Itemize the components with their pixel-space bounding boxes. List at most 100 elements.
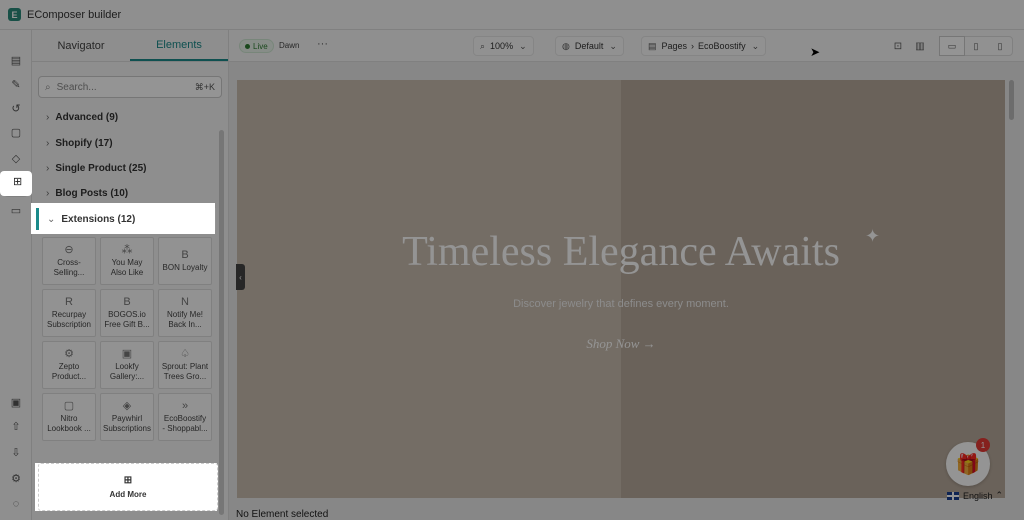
hero-image-right: [621, 80, 1005, 498]
lock-icon[interactable]: ⊡: [887, 36, 909, 56]
tile-label: BON Loyalty: [162, 262, 208, 272]
preset-select[interactable]: ◍ Default ⌄: [555, 36, 624, 56]
page-select[interactable]: ▤ Pages › EcoBoostify ⌄: [641, 36, 767, 56]
category-blog-posts[interactable]: › Blog Posts (10): [38, 182, 222, 204]
download-icon[interactable]: ⇩: [4, 440, 28, 464]
mouse-cursor-icon: ➤: [810, 45, 821, 59]
columns-icon[interactable]: ▥: [909, 36, 931, 56]
chat-icon[interactable]: ◌: [4, 492, 28, 516]
tile-label: Lookfy Gallery:...: [109, 361, 145, 381]
recommend-icon: ⁂: [121, 243, 133, 256]
category-single-product[interactable]: › Single Product (25): [38, 157, 222, 179]
history-icon[interactable]: ↺: [4, 96, 28, 120]
chevron-right-icon: ›: [46, 162, 50, 174]
extension-tile[interactable]: ▣ Lookfy Gallery:...: [100, 341, 154, 389]
extension-tile[interactable]: B BOGOS.io Free Gift B...: [100, 289, 154, 337]
tile-label: EcoBoostify - Shoppabl...: [162, 413, 208, 433]
category-label: Blog Posts (10): [55, 187, 129, 199]
extension-tile[interactable]: ▢ Nitro Lookbook ...: [42, 393, 96, 441]
tile-label: Notify Me! Back In...: [166, 309, 203, 329]
notification-badge: 1: [976, 438, 990, 452]
globe-icon: ◍: [562, 40, 570, 51]
preset-value: Default: [574, 41, 604, 51]
extension-tile[interactable]: ⁂ You May Also Like: [100, 237, 154, 285]
pages-label: Pages: [661, 41, 688, 51]
tile-label: Nitro Lookbook ...: [47, 413, 91, 433]
bon-icon: B: [181, 248, 189, 261]
box-icon[interactable]: ◇: [4, 146, 28, 170]
clipboard-icon[interactable]: ▢: [4, 120, 28, 144]
extension-tile[interactable]: B BON Loyalty: [158, 237, 212, 285]
extensions-grid: ⊖ Cross- Selling... ⁂ You May Also Like BB…: [42, 237, 218, 441]
category-extensions-highlighted[interactable]: ⌄ Extensions (12): [36, 208, 212, 230]
category-shopify[interactable]: › Shopify (17): [38, 132, 222, 154]
tile-label: You May Also Like: [110, 257, 144, 277]
search-icon: ⌕: [480, 40, 486, 51]
hero-section[interactable]: Timeless Elegance Awaits ✦ Discover jewe…: [237, 80, 1005, 498]
uk-flag-icon: [947, 491, 959, 500]
elements-icon[interactable]: ⊞: [13, 175, 22, 188]
brush-icon[interactable]: ✎: [4, 72, 28, 96]
category-advanced[interactable]: › Advanced (9): [38, 106, 222, 128]
chevron-down-icon: ⌄: [519, 40, 527, 51]
folder-icon[interactable]: ▣: [4, 390, 28, 414]
settings-icon[interactable]: ⚙: [4, 466, 28, 490]
cross-sell-icon: ⊖: [64, 243, 74, 256]
canvas-scrollbar[interactable]: [1009, 80, 1014, 120]
extension-tile[interactable]: ⚙ Zepto Product...: [42, 341, 96, 389]
hero-image-left: [237, 80, 621, 498]
tile-label: Sprout: Plant Trees Gro...: [161, 361, 209, 381]
chevron-down-icon: ⌄: [751, 40, 760, 51]
upload-icon[interactable]: ⇧: [4, 414, 28, 438]
gallery-icon: ▣: [121, 347, 133, 360]
breadcrumb-separator-icon: ›: [691, 41, 695, 51]
extension-tile[interactable]: ⊖ Cross- Selling...: [42, 237, 96, 285]
add-more-label: Add More: [109, 490, 147, 499]
chevron-right-icon: ›: [46, 187, 50, 199]
notify-icon: N: [181, 295, 189, 308]
zoom-value: 100%: [490, 41, 514, 51]
extension-tile[interactable]: N Notify Me! Back In...: [158, 289, 212, 337]
language-selector[interactable]: English ⌃: [947, 490, 1003, 501]
collapse-panel-handle[interactable]: ‹: [236, 264, 245, 290]
page-icon[interactable]: ▭: [4, 198, 28, 222]
search-input[interactable]: ⌕ Search... ⌘+K: [38, 76, 222, 98]
app-window: E EComposer builder ▤ ✎ ↺ ▢ ◇ ⊞ ▭ ▣ ⇧ ⇩ …: [0, 0, 1024, 520]
extension-tile[interactable]: ◈ Paywhirl Subscriptions: [100, 393, 154, 441]
app-logo: E: [8, 8, 21, 21]
theme-name: Dawn: [279, 41, 300, 50]
title-bar: E EComposer builder: [0, 0, 1024, 30]
more-icon[interactable]: ···: [317, 38, 328, 50]
mobile-icon[interactable]: ▯: [988, 37, 1012, 55]
chevron-down-icon: ⌄: [609, 40, 617, 51]
category-label: Single Product (25): [55, 162, 147, 174]
bogos-icon: B: [123, 295, 131, 308]
add-more-button[interactable]: ⊞ Add More: [38, 463, 218, 511]
app-title: EComposer builder: [27, 8, 122, 21]
chevron-right-icon: ›: [46, 137, 50, 149]
tab-elements[interactable]: Elements: [130, 30, 228, 61]
extension-tile[interactable]: » EcoBoostify - Shoppabl...: [158, 393, 212, 441]
shop-now-link[interactable]: Shop Now →: [237, 336, 1005, 352]
layers-icon[interactable]: ▤: [4, 48, 28, 72]
hero-subtitle: Discover jewelry that defines every mome…: [513, 298, 729, 310]
zepto-icon: ⚙: [64, 347, 74, 360]
toolbar-icons: ⊡ ▥: [887, 36, 931, 56]
live-dot-icon: [245, 43, 250, 49]
status-text: No Element selected: [236, 509, 329, 520]
zoom-select[interactable]: ⌕ 100% ⌄: [473, 36, 534, 56]
preview-canvas: Timeless Elegance Awaits ✦ Discover jewe…: [229, 62, 1024, 520]
search-icon: ⌕: [45, 81, 51, 93]
tab-navigator[interactable]: Navigator: [32, 30, 130, 61]
editor-toolbar: Live Dawn ··· ⌕ 100% ⌄ ◍ Default ⌄ ▤ Pages › Ec…: [229, 30, 1024, 62]
desktop-icon[interactable]: ▭: [940, 37, 964, 55]
panel-tabs: Navigator Elements: [32, 30, 228, 62]
live-badge: Live: [239, 39, 274, 53]
panel-scrollbar[interactable]: [219, 130, 224, 515]
hero-headline: Timeless Elegance Awaits: [402, 229, 840, 275]
tablet-icon[interactable]: ▯: [964, 37, 988, 55]
extension-tile[interactable]: ♤ Sprout: Plant Trees Gro...: [158, 341, 212, 389]
paywhirl-icon: ◈: [122, 399, 132, 412]
sprout-icon: ♤: [180, 347, 190, 360]
extension-tile[interactable]: R Recurpay Subscription: [42, 289, 96, 337]
